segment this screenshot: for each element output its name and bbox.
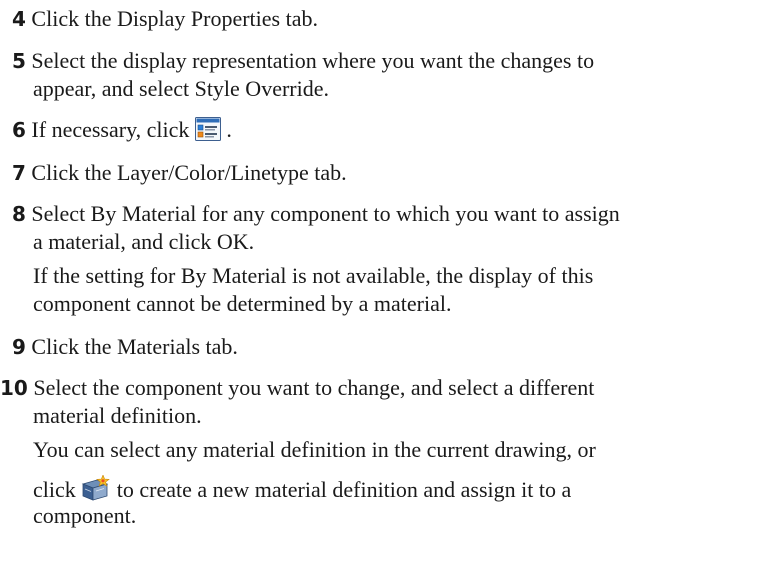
step-text: a material, and click OK. — [33, 229, 255, 254]
step-10-continued: material definition. — [33, 403, 202, 429]
note-text: If the setting for By Material is not av… — [33, 263, 594, 288]
step-4: 4 Click the Display Properties tab. — [12, 6, 318, 32]
note-text: You can select any material definition i… — [33, 437, 596, 462]
note-text: click — [33, 477, 82, 502]
step-number: 7 — [12, 161, 26, 185]
step-number: 6 — [12, 118, 26, 142]
step-10: 10 Select the component you want to chan… — [0, 375, 594, 401]
step-text: . — [220, 117, 232, 142]
step-text: appear, and select Style Override. — [33, 76, 329, 101]
step-text: Click the Layer/Color/Linetype tab. — [25, 160, 347, 185]
note-text: component cannot be determined by a mate… — [33, 291, 452, 316]
step-text: Click the Materials tab. — [25, 334, 238, 359]
note-text: component. — [33, 503, 137, 528]
note-text: to create a new material definition and … — [111, 477, 572, 502]
step-text: Select the component you want to change,… — [27, 375, 595, 400]
step-5-continued: appear, and select Style Override. — [33, 76, 329, 102]
step-5: 5 Select the display representation wher… — [12, 48, 594, 74]
step-8-continued: a material, and click OK. — [33, 229, 254, 255]
step-text: If necessary, click — [25, 117, 195, 142]
step-text: Select the display representation where … — [25, 48, 595, 73]
step-text: Click the Display Properties tab. — [25, 6, 318, 31]
step-6: 6 If necessary, click . — [12, 117, 232, 147]
step-8: 8 Select By Material for any component t… — [12, 201, 620, 227]
step-number: 9 — [12, 335, 26, 359]
step-8-note-continued: component cannot be determined by a mate… — [33, 291, 451, 317]
step-7: 7 Click the Layer/Color/Linetype tab. — [12, 160, 347, 186]
step-9: 9 Click the Materials tab. — [12, 334, 238, 360]
step-number: 4 — [12, 7, 26, 31]
step-number: 8 — [12, 202, 26, 226]
step-number: 10 — [0, 376, 28, 400]
display-properties-icon — [194, 117, 221, 147]
step-10-note: You can select any material definition i… — [33, 437, 596, 463]
step-text: Select By Material for any component to … — [25, 201, 620, 226]
step-number: 5 — [12, 49, 26, 73]
step-8-note: If the setting for By Material is not av… — [33, 263, 593, 289]
step-text: material definition. — [33, 403, 202, 428]
step-10-note-end: component. — [33, 503, 136, 529]
